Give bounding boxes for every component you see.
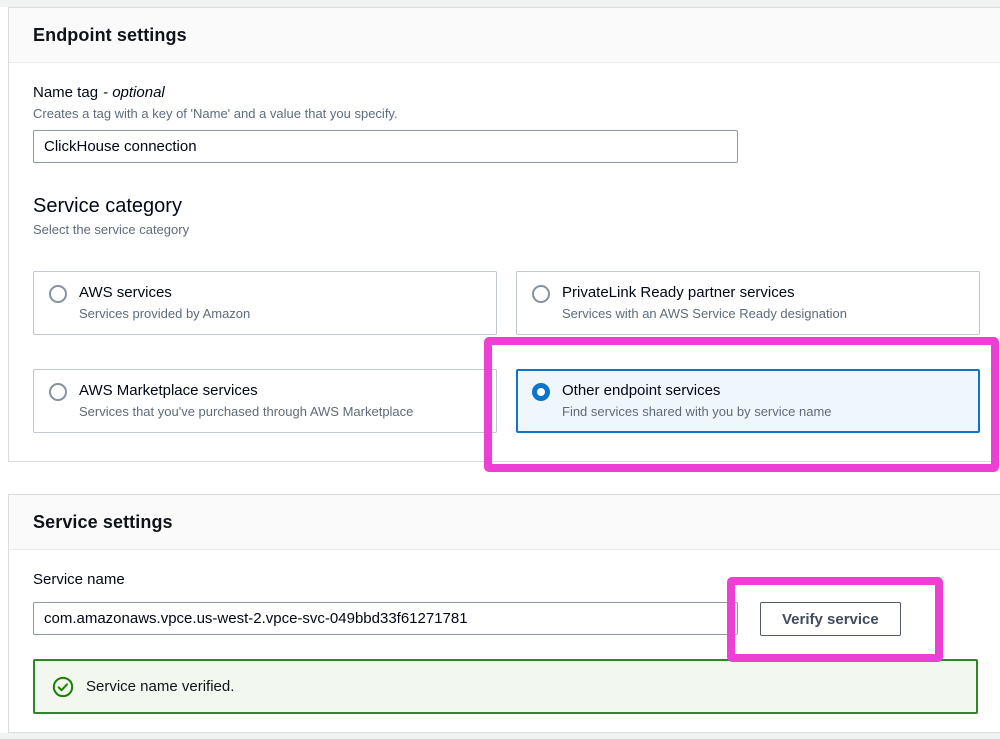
- endpoint-settings-panel: Endpoint settings Name tag- optional Cre…: [8, 7, 1000, 462]
- service-category-heading: Service category: [33, 193, 978, 219]
- radio-unchecked-icon[interactable]: [49, 383, 67, 401]
- service-settings-panel: Service settings Service name Verify ser…: [8, 494, 1000, 733]
- service-verified-alert: Service name verified.: [33, 659, 978, 714]
- page-top-strip: [0, 0, 1000, 7]
- category-card-privatelink-ready[interactable]: PrivateLink Ready partner services Servi…: [516, 271, 980, 335]
- radio-unchecked-icon[interactable]: [49, 285, 67, 303]
- radio-checked-icon[interactable]: [532, 383, 550, 401]
- service-category-description: Select the service category: [33, 221, 978, 239]
- card-title: AWS services: [79, 283, 250, 303]
- name-tag-input[interactable]: [33, 130, 738, 163]
- service-settings-body: Service name Verify service Service name…: [9, 550, 1000, 734]
- service-name-input[interactable]: [33, 602, 738, 635]
- card-description: Services with an AWS Service Ready desig…: [562, 305, 847, 323]
- name-tag-optional-suffix: - optional: [103, 84, 165, 101]
- name-tag-description: Creates a tag with a key of 'Name' and a…: [33, 105, 978, 123]
- endpoint-settings-header: Endpoint settings: [9, 8, 1000, 63]
- service-category-options: AWS services Services provided by Amazon…: [33, 271, 978, 433]
- endpoint-settings-body: Name tag- optional Creates a tag with a …: [9, 63, 1000, 453]
- card-title: Other endpoint services: [562, 381, 832, 401]
- alert-message: Service name verified.: [86, 678, 234, 695]
- card-title: PrivateLink Ready partner services: [562, 283, 847, 303]
- panel-title-endpoint-settings: Endpoint settings: [33, 25, 978, 46]
- card-description: Services that you've purchased through A…: [79, 403, 413, 421]
- panel-title-service-settings: Service settings: [33, 512, 978, 533]
- verify-service-button[interactable]: Verify service: [760, 602, 901, 636]
- service-name-row: Verify service: [33, 602, 978, 636]
- category-card-aws-marketplace[interactable]: AWS Marketplace services Services that y…: [33, 369, 497, 433]
- card-title: AWS Marketplace services: [79, 381, 413, 401]
- card-description: Find services shared with you by service…: [562, 403, 832, 421]
- service-settings-header: Service settings: [9, 495, 1000, 550]
- name-tag-label: Name tag- optional: [33, 83, 978, 103]
- category-card-aws-services[interactable]: AWS services Services provided by Amazon: [33, 271, 497, 335]
- service-name-label: Service name: [33, 570, 978, 590]
- card-description: Services provided by Amazon: [79, 305, 250, 323]
- check-circle-icon: [52, 676, 74, 698]
- radio-unchecked-icon[interactable]: [532, 285, 550, 303]
- name-tag-field: Name tag- optional Creates a tag with a …: [33, 83, 978, 163]
- category-card-other-endpoint-services[interactable]: Other endpoint services Find services sh…: [516, 369, 980, 433]
